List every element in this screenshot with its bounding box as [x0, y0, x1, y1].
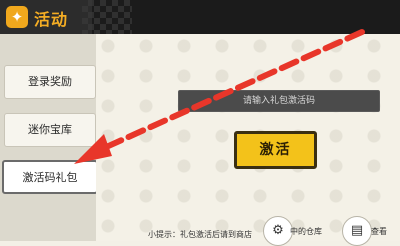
activate-button[interactable]: 激活 [234, 131, 317, 169]
activity-icon: ✦ [6, 6, 28, 28]
view-label: 查看 [371, 227, 387, 236]
header-bar: ✦ 活动 [0, 0, 400, 34]
header-pattern [82, 0, 132, 34]
sidebar-item-mini-treasury[interactable]: 迷你宝库 [4, 113, 96, 147]
warehouse-label: 中的仓库 [290, 227, 322, 236]
sidebar-item-login-reward[interactable]: 登录奖励 [4, 65, 96, 99]
gift-code-input[interactable] [178, 90, 380, 112]
tip-text: 小提示：礼包激活后请到商店 [148, 230, 252, 239]
sidebar-item-gift-code[interactable]: 激活码礼包 [2, 160, 98, 194]
book-icon[interactable]: ▤ [342, 216, 372, 246]
page-title: 活动 [34, 10, 69, 29]
sidebar: 登录奖励 迷你宝库 激活码礼包 [0, 34, 98, 241]
warehouse-icon[interactable]: ⚙ [263, 216, 293, 246]
